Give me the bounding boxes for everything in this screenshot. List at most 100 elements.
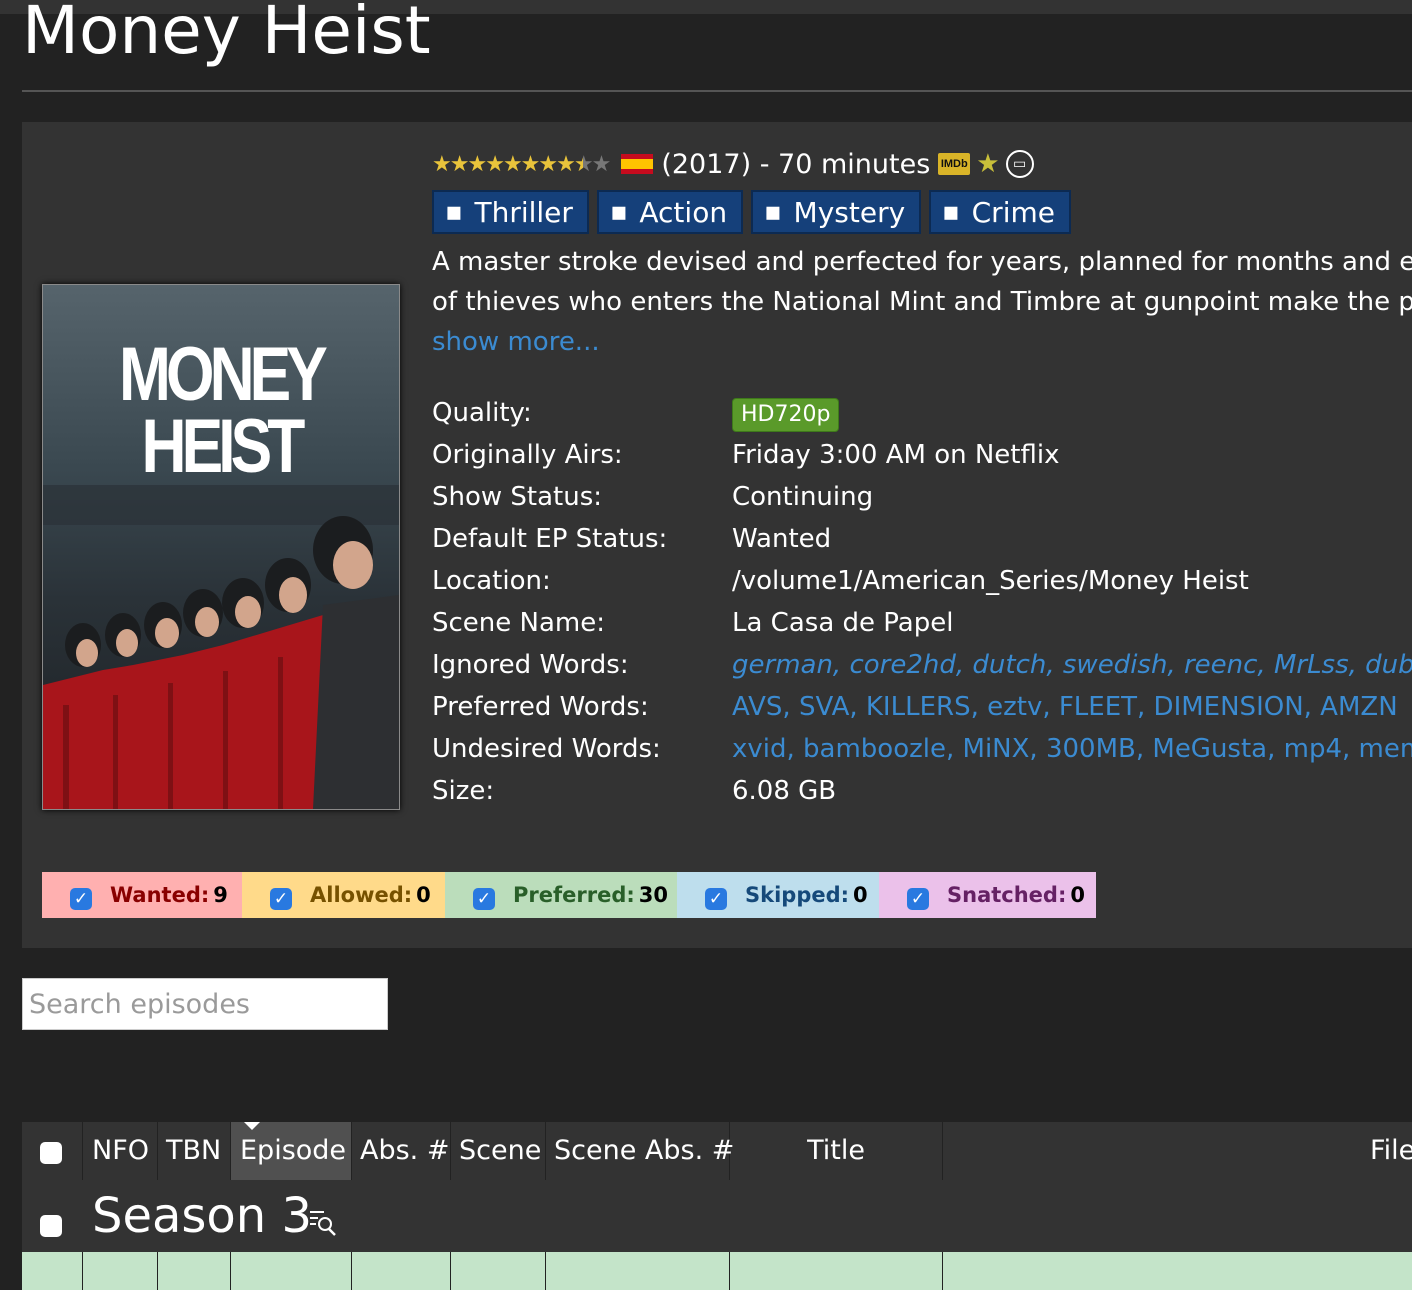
episode-row[interactable]	[22, 1252, 1412, 1290]
episode-cell	[22, 1252, 83, 1290]
poster-title-line2: HEIST	[141, 404, 306, 489]
year-runtime: (2017) - 70 minutes	[661, 148, 931, 180]
season-title: Season 3	[92, 1188, 313, 1244]
detail-label: Show Status:	[432, 482, 603, 512]
filter-count: 30	[638, 883, 668, 907]
detail-label: Quality:	[432, 398, 532, 428]
col-file[interactable]: File	[1370, 1122, 1412, 1180]
rating-stars: ★★★★★★★★★★	[432, 151, 612, 177]
genre-tag-mystery[interactable]: ◆ Mystery	[751, 190, 922, 234]
star-icon: ★	[485, 151, 505, 177]
preferred-checkbox[interactable]: ✓	[473, 888, 495, 910]
filter-snatched[interactable]: ✓ Snatched: 0	[879, 872, 1096, 918]
genre-label: Action	[639, 195, 728, 229]
show-title: Money Heist	[22, 0, 431, 69]
detail-label: Preferred Words:	[432, 692, 649, 722]
detail-value: Friday 3:00 AM on Netflix	[732, 440, 1060, 470]
detail-location: Location: /volume1/American_Series/Money…	[432, 560, 1412, 602]
spain-flag-icon	[621, 154, 654, 174]
poster-title-line1: MONEY	[119, 332, 328, 417]
col-abs-number[interactable]: Abs. #	[352, 1122, 451, 1180]
detail-label: Ignored Words:	[432, 650, 629, 680]
snatched-checkbox[interactable]: ✓	[907, 888, 929, 910]
tag-icon: ◆	[438, 195, 472, 229]
allowed-checkbox[interactable]: ✓	[270, 888, 292, 910]
season-row: Season 3	[22, 1180, 1412, 1252]
summary-line: of thieves who enters the National Mint …	[432, 287, 1412, 317]
undesired-words-link[interactable]: xvid, bamboozle, MiNX, 300MB, MeGusta, m…	[732, 728, 1412, 770]
sort-arrow-icon	[244, 1122, 260, 1130]
detail-undesired-words: Undesired Words: xvid, bamboozle, MiNX, …	[432, 728, 1412, 770]
preferred-words-link[interactable]: AVS, SVA, KILLERS, eztv, FLEET, DIMENSIO…	[732, 686, 1398, 728]
select-all-cell	[22, 1122, 83, 1180]
show-info-panel: MONEY HEIST ★★★★★★★★★★ (2017) - 70 minut…	[22, 122, 1412, 948]
col-nfo[interactable]: NFO	[83, 1122, 158, 1180]
col-scene-abs-number[interactable]: Scene Abs. #	[546, 1122, 734, 1180]
ignored-words-link[interactable]: german, core2hd, dutch, swedish, reenc, …	[732, 644, 1412, 686]
episode-cell	[83, 1252, 158, 1290]
star-icon: ★	[573, 151, 594, 177]
wanted-checkbox[interactable]: ✓	[70, 888, 92, 910]
star-icon: ★	[591, 151, 612, 177]
status-filter-bar: ✓ Wanted: 9 ✓ Allowed: 0 ✓ Preferred: 30…	[42, 872, 1096, 918]
episode-cell	[546, 1252, 730, 1290]
genre-tag-thriller[interactable]: ◆ Thriller	[432, 190, 589, 234]
season-search-icon[interactable]	[308, 1208, 338, 1238]
episode-table-header: NFO TBN Episode Abs. # Scene Scene Abs. …	[22, 1122, 1412, 1180]
filter-count: 0	[416, 883, 431, 907]
season-select-checkbox[interactable]	[40, 1215, 62, 1237]
star-icon: ★	[467, 151, 487, 177]
filter-label: Preferred:	[513, 883, 635, 907]
col-scene[interactable]: Scene	[451, 1122, 546, 1180]
skipped-checkbox[interactable]: ✓	[705, 888, 727, 910]
tag-icon: ◆	[603, 195, 637, 229]
filter-count: 0	[1070, 883, 1085, 907]
tvmaze-icon[interactable]: ▭	[1005, 150, 1034, 178]
detail-status: Show Status: Continuing	[432, 476, 1412, 518]
filter-skipped[interactable]: ✓ Skipped: 0	[677, 872, 879, 918]
filter-preferred[interactable]: ✓ Preferred: 30	[445, 872, 677, 918]
genre-list: ◆ Thriller ◆ Action ◆ Mystery ◆ Crime	[432, 190, 1071, 234]
trakt-icon[interactable]: ★	[976, 149, 999, 179]
filter-count: 9	[213, 883, 228, 907]
detail-scene-name: Scene Name: La Casa de Papel	[432, 602, 1412, 644]
filter-count: 0	[853, 883, 868, 907]
genre-tag-crime[interactable]: ◆ Crime	[929, 190, 1071, 234]
genre-tag-action[interactable]: ◆ Action	[596, 190, 744, 234]
detail-value: 6.08 GB	[732, 776, 837, 806]
star-icon: ★	[502, 151, 523, 177]
col-episode[interactable]: Episode	[231, 1122, 352, 1180]
detail-value: La Casa de Papel	[732, 608, 954, 638]
star-icon: ★	[449, 151, 470, 177]
summary-line: A master stroke devised and perfected fo…	[432, 247, 1412, 277]
detail-size: Size: 6.08 GB	[432, 770, 1412, 812]
filter-label: Allowed:	[310, 883, 413, 907]
star-icon: ★	[538, 151, 558, 177]
episode-cell	[730, 1252, 943, 1290]
genre-label: Thriller	[474, 195, 573, 229]
tag-icon: ◆	[757, 195, 791, 229]
meta-row: ★★★★★★★★★★ (2017) - 70 minutes IMDb ★ ▭	[432, 144, 1034, 184]
detail-default-ep-status: Default EP Status: Wanted	[432, 518, 1412, 560]
detail-value: /volume1/American_Series/Money Heist	[732, 566, 1249, 596]
select-all-checkbox[interactable]	[40, 1142, 62, 1164]
filter-wanted[interactable]: ✓ Wanted: 9	[42, 872, 242, 918]
show-more-link[interactable]: show more...	[432, 327, 600, 357]
star-icon: ★	[520, 151, 541, 177]
episode-cell	[231, 1252, 352, 1290]
imdb-icon[interactable]: IMDb	[938, 153, 971, 175]
detail-value: Continuing	[732, 482, 874, 512]
detail-label: Scene Name:	[432, 608, 605, 638]
episode-cell	[451, 1252, 546, 1290]
search-episodes-input[interactable]	[22, 978, 388, 1030]
tag-icon: ◆	[935, 195, 969, 229]
genre-label: Mystery	[793, 195, 906, 229]
show-poster[interactable]: MONEY HEIST	[42, 284, 400, 810]
filter-label: Snatched:	[947, 883, 1067, 907]
detail-quality: Quality: HD720p	[432, 392, 1412, 434]
col-title[interactable]: Title	[730, 1122, 943, 1180]
detail-value: Wanted	[732, 524, 832, 554]
quality-badge: HD720p	[732, 398, 840, 432]
filter-allowed[interactable]: ✓ Allowed: 0	[242, 872, 445, 918]
col-tbn[interactable]: TBN	[158, 1122, 231, 1180]
